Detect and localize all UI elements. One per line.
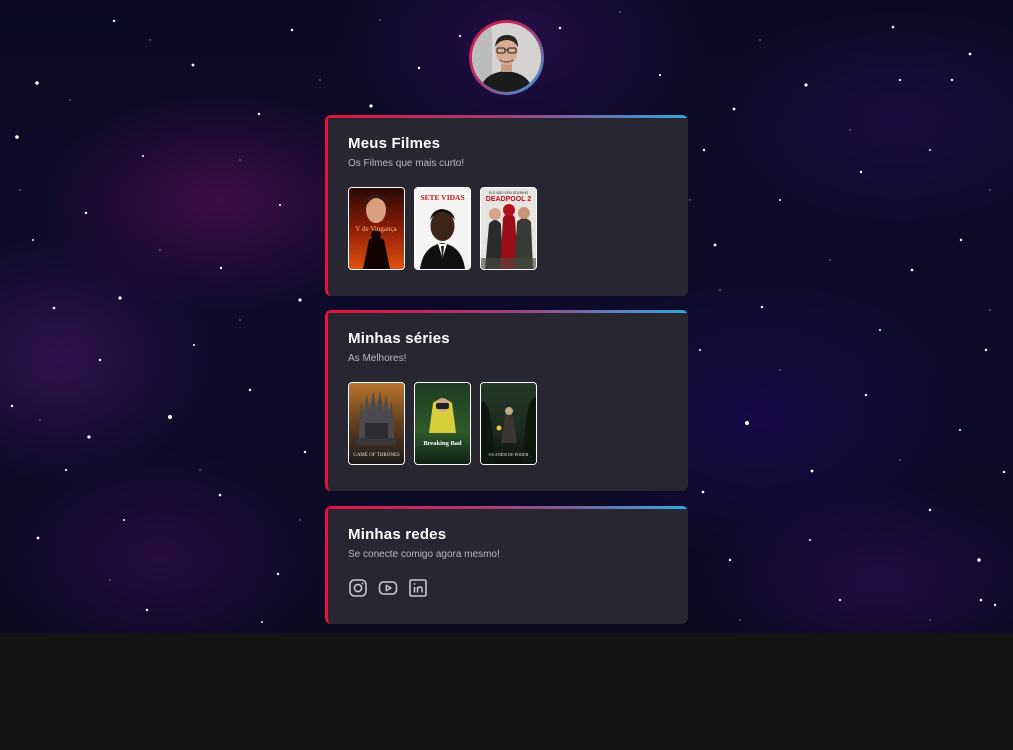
movie-3-tagline: ELE NÃO VEM SOZINHO xyxy=(489,190,529,195)
movie-3-caption: DEADPOOL 2 xyxy=(486,196,531,203)
series-card: Minhas séries As Melhores! GAME OF THRON… xyxy=(325,310,688,491)
linkedin-icon[interactable] xyxy=(408,578,428,598)
series-subtitle: As Melhores! xyxy=(348,353,407,364)
series-2-caption: Breaking Bad xyxy=(423,440,462,447)
series-poster-aneis-de-poder[interactable]: OS ANÉIS DE PODER xyxy=(480,382,537,465)
youtube-icon[interactable] xyxy=(378,578,398,598)
movie-poster-v-de-vinganca[interactable]: V de Vingança xyxy=(348,187,405,270)
socials-card: Minhas redes Se conecte comigo agora mes… xyxy=(325,506,688,624)
movies-card: Meus Filmes Os Filmes que mais curto! V … xyxy=(325,115,688,296)
profile-photo-icon xyxy=(472,23,541,92)
movie-1-caption: V de Vingança xyxy=(355,225,397,233)
movie-poster-sete-vidas[interactable]: SETE VIDAS xyxy=(414,187,471,270)
series-1-caption: GAME OF THRONES xyxy=(353,453,400,458)
movies-subtitle: Os Filmes que mais curto! xyxy=(348,158,465,169)
socials-title: Minhas redes xyxy=(348,526,447,543)
movie-2-caption: SETE VIDAS xyxy=(420,193,464,202)
series-poster-breaking-bad[interactable]: Breaking Bad xyxy=(414,382,471,465)
profile-avatar xyxy=(469,20,544,95)
socials-subtitle: Se conecte comigo agora mesmo! xyxy=(348,549,500,560)
series-title: Minhas séries xyxy=(348,330,450,347)
series-poster-game-of-thrones[interactable]: GAME OF THRONES xyxy=(348,382,405,465)
instagram-icon[interactable] xyxy=(348,578,368,598)
movies-title: Meus Filmes xyxy=(348,135,441,152)
social-links xyxy=(348,578,428,598)
movie-poster-deadpool-2[interactable]: ELE NÃO VEM SOZINHO DEADPOOL 2 xyxy=(480,187,537,270)
series-3-caption: OS ANÉIS DE PODER xyxy=(489,452,529,457)
